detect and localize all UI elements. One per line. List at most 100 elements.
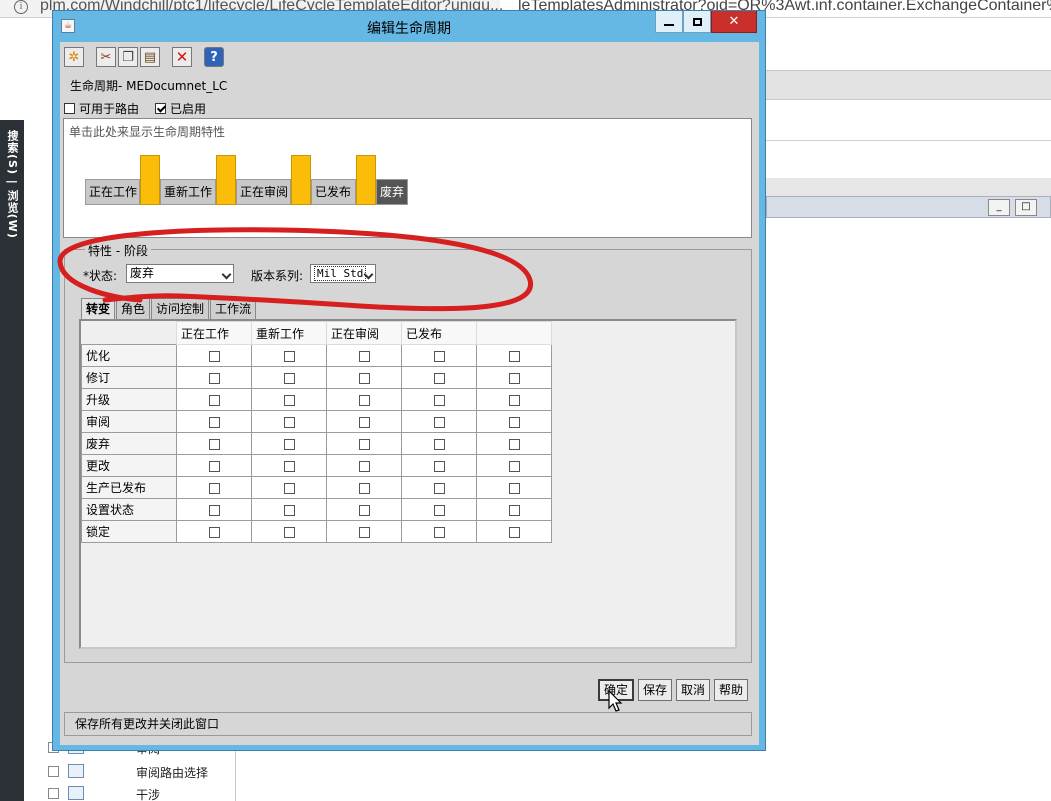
transition-checkbox[interactable] (208, 416, 220, 428)
version-series-dropdown[interactable]: Mil Std (310, 264, 376, 283)
transition-checkbox[interactable] (433, 394, 445, 406)
transition-checkbox[interactable] (508, 350, 520, 362)
phase-gate[interactable] (140, 155, 160, 205)
enabled-checkbox[interactable] (155, 103, 167, 114)
transition-checkbox[interactable] (283, 416, 295, 428)
cut-button[interactable]: ✂ (96, 47, 116, 67)
phase-under-review[interactable]: 正在审阅 (236, 179, 291, 205)
phase-rework[interactable]: 重新工作 (160, 179, 216, 205)
list-item-checkbox[interactable] (48, 766, 59, 777)
transition-checkbox[interactable] (283, 504, 295, 516)
phase-gate[interactable] (216, 155, 236, 205)
tab-workflow[interactable]: 工作流 (210, 298, 257, 319)
help-toolbar-button[interactable]: ? (204, 47, 224, 67)
tab-access-control[interactable]: 访问控制 (151, 298, 210, 319)
enabled-label[interactable]: 已启用 (170, 100, 206, 117)
save-button[interactable]: 保存 (637, 679, 672, 701)
phase-released[interactable]: 已发布 (311, 179, 356, 205)
maximize-button[interactable] (683, 11, 711, 33)
inner-maximize-button[interactable]: □ (1015, 199, 1037, 216)
paste-button[interactable]: ▤ (140, 47, 160, 67)
routing-checkbox[interactable] (64, 103, 75, 114)
transition-checkbox[interactable] (433, 372, 445, 384)
minimize-button[interactable] (655, 11, 683, 33)
transition-checkbox[interactable] (208, 350, 220, 362)
transition-checkbox[interactable] (283, 482, 295, 494)
lifecycle-diagram[interactable]: 单击此处来显示生命周期特性 正在工作 重新工作 正在审阅 已发布 废弃 (63, 118, 752, 238)
transition-checkbox[interactable] (508, 460, 520, 472)
transition-checkbox[interactable] (283, 394, 295, 406)
transition-checkbox[interactable] (208, 372, 220, 384)
transition-checkbox[interactable] (208, 504, 220, 516)
phase-obsolete[interactable]: 废弃 (376, 179, 408, 205)
transition-checkbox[interactable] (433, 482, 445, 494)
phase-gate[interactable] (356, 155, 376, 205)
phase-gate[interactable] (291, 155, 311, 205)
transition-cell (401, 344, 477, 367)
transition-checkbox[interactable] (283, 372, 295, 384)
table-row: 生产已发布 (81, 476, 552, 499)
help-button[interactable]: 帮助 (713, 679, 748, 701)
tab-transitions[interactable]: 转变 (81, 298, 116, 320)
routing-label[interactable]: 可用于路由 (79, 100, 139, 117)
transition-checkbox[interactable] (433, 460, 445, 472)
new-icon: ✲ (68, 49, 80, 65)
transition-checkbox[interactable] (358, 416, 370, 428)
transition-checkbox[interactable] (508, 504, 520, 516)
transition-checkbox[interactable] (358, 372, 370, 384)
state-dropdown[interactable]: 废弃 (126, 264, 234, 283)
column-header: 正在工作 (176, 321, 252, 345)
transition-checkbox[interactable] (358, 460, 370, 472)
transition-checkbox[interactable] (433, 526, 445, 538)
sidebar-search-browse-label[interactable]: 搜索(S) | 浏览(W) (6, 130, 20, 239)
list-item[interactable]: 审阅路由选择 (48, 762, 238, 782)
transition-checkbox[interactable] (283, 350, 295, 362)
close-button[interactable]: ✕ (711, 11, 757, 33)
inner-minimize-glyph: _ (996, 201, 1002, 212)
new-phase-button[interactable]: ✲ (64, 47, 84, 67)
transition-checkbox[interactable] (508, 416, 520, 428)
diagram-hint[interactable]: 单击此处来显示生命周期特性 (69, 123, 225, 140)
transition-checkbox[interactable] (433, 350, 445, 362)
copy-button[interactable]: ❐ (118, 47, 138, 67)
transition-checkbox[interactable] (508, 394, 520, 406)
transition-checkbox[interactable] (508, 482, 520, 494)
transition-checkbox[interactable] (208, 438, 220, 450)
transition-checkbox[interactable] (508, 438, 520, 450)
version-series-value: Mil Std (314, 266, 367, 281)
phase-working[interactable]: 正在工作 (85, 179, 140, 205)
dialog-titlebar[interactable]: ☕ 编辑生命周期 ✕ (53, 11, 765, 41)
transition-checkbox[interactable] (358, 504, 370, 516)
transition-checkbox[interactable] (358, 526, 370, 538)
transition-checkbox[interactable] (433, 504, 445, 516)
transition-cell (176, 454, 252, 477)
info-icon[interactable]: i (14, 0, 28, 14)
paste-icon: ▤ (143, 49, 157, 65)
tab-roles[interactable]: 角色 (116, 298, 151, 319)
transition-checkbox[interactable] (283, 526, 295, 538)
transition-checkbox[interactable] (358, 394, 370, 406)
transition-checkbox[interactable] (358, 482, 370, 494)
transition-checkbox[interactable] (433, 416, 445, 428)
transition-checkbox[interactable] (283, 438, 295, 450)
transition-cell (476, 344, 552, 367)
transition-checkbox[interactable] (358, 350, 370, 362)
properties-tabs: 转变 角色 访问控制 工作流 (81, 298, 257, 320)
table-row: 废弃 (81, 432, 552, 455)
transition-checkbox[interactable] (208, 526, 220, 538)
delete-button[interactable]: ✕ (172, 47, 192, 67)
transition-checkbox[interactable] (508, 372, 520, 384)
transition-checkbox[interactable] (283, 460, 295, 472)
transition-checkbox[interactable] (358, 438, 370, 450)
inner-minimize-button[interactable]: _ (988, 199, 1010, 216)
transition-cell (476, 388, 552, 411)
transition-checkbox[interactable] (508, 526, 520, 538)
transition-checkbox[interactable] (208, 460, 220, 472)
list-item[interactable]: 干涉 (48, 784, 238, 801)
cancel-button[interactable]: 取消 (675, 679, 710, 701)
list-item-checkbox[interactable] (48, 788, 59, 799)
transition-cell (476, 432, 552, 455)
transition-checkbox[interactable] (433, 438, 445, 450)
transition-checkbox[interactable] (208, 482, 220, 494)
transition-checkbox[interactable] (208, 394, 220, 406)
